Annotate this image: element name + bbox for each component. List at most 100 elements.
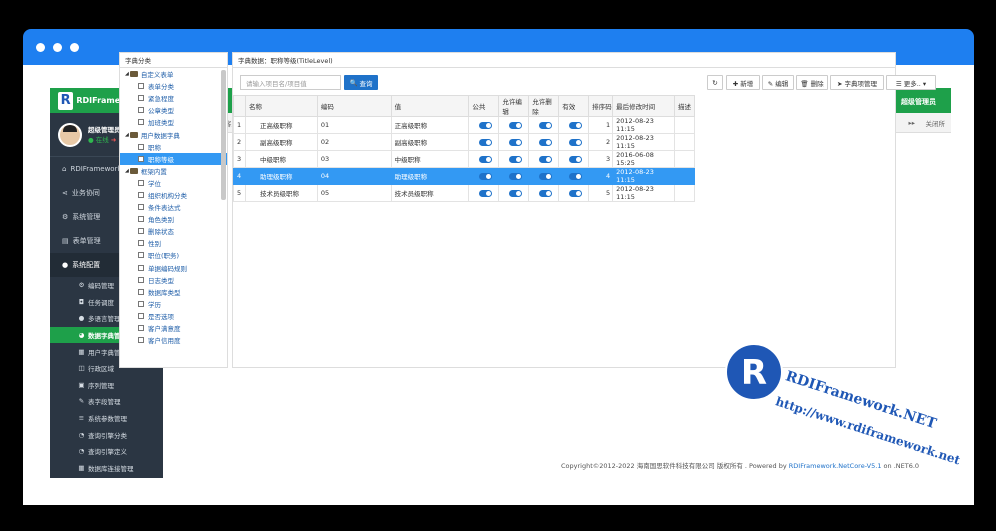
delete-button[interactable]: 🗑 删除 — [796, 75, 828, 90]
tree-node[interactable]: 删除状态 — [120, 225, 227, 237]
tree-node[interactable]: 是否选项 — [120, 310, 227, 322]
more-dropdown[interactable]: ☰ 更多.. ▾ — [886, 75, 936, 90]
toggle-switch[interactable] — [508, 189, 522, 197]
table-row[interactable]: 5 技术员级职称 05 技术员级职称 5 2012-08-23 11:15 — [233, 184, 696, 202]
tree-node[interactable]: ◢ 用户数据字典 — [120, 128, 227, 140]
toggle-switch[interactable] — [538, 155, 552, 163]
tabs-next-icon[interactable]: ▸▸ — [908, 119, 915, 127]
cell-code: 01 — [316, 116, 392, 134]
toggle-switch[interactable] — [568, 189, 582, 197]
tree-node[interactable]: ◢ 自定义表单 — [120, 68, 227, 80]
toggle-switch[interactable] — [538, 138, 552, 146]
subitem-icon: ◔ — [78, 430, 85, 439]
column-header[interactable]: 允许删除 — [528, 95, 560, 117]
column-header[interactable]: 值 — [390, 95, 470, 117]
tree-node[interactable]: 表单分类 — [120, 80, 227, 92]
column-header[interactable]: 有效 — [558, 95, 590, 117]
tree-scrollbar[interactable] — [221, 70, 226, 200]
expand-arrow-icon[interactable]: ◢ — [125, 168, 129, 174]
tree-node[interactable]: 学位 — [120, 177, 227, 189]
file-icon — [138, 95, 144, 102]
cell-sort: 1 — [588, 116, 614, 134]
tree-node[interactable]: 性别 — [120, 237, 227, 249]
toggle-switch[interactable] — [508, 172, 522, 180]
sidebar-subitem[interactable]: ▣ 序列管理 — [50, 377, 163, 394]
cell-value: 副高级职称 — [390, 133, 470, 151]
table-row[interactable]: 2 副高级职称 02 副高级职称 2 2012-08-23 11:15 — [233, 133, 696, 151]
tree-node[interactable]: 紧急程度 — [120, 92, 227, 104]
table-row[interactable]: 1 正高级职称 01 正高级职称 1 2012-08-23 11:15 — [233, 116, 696, 134]
cell-code: 03 — [316, 150, 392, 168]
tree-node[interactable]: 职称 — [120, 141, 227, 153]
add-button[interactable]: ✚ 新增 — [726, 75, 760, 90]
table-row[interactable]: 3 中级职称 03 中级职称 3 2016-06-08 15:25 — [233, 150, 696, 168]
column-header[interactable]: 公共 — [468, 95, 500, 117]
file-icon — [138, 276, 144, 283]
sidebar-subitem[interactable]: ▦数据库管理 — [50, 476, 163, 478]
toggle-switch[interactable] — [568, 155, 582, 163]
column-header[interactable]: 排序码 — [588, 95, 614, 117]
dict-item-manage-button[interactable]: ➤ 字典项管理 — [830, 75, 884, 90]
file-icon — [138, 179, 144, 186]
column-header[interactable] — [233, 95, 246, 117]
refresh-button[interactable]: ↻ — [707, 75, 723, 90]
tree-node[interactable]: 日志类型 — [120, 274, 227, 286]
table-row[interactable]: 4 助理级职称 04 助理级职称 4 2012-08-23 11:15 — [233, 167, 696, 185]
subitem-icon: ● — [78, 314, 85, 323]
edit-button[interactable]: ✎ 编辑 — [762, 75, 794, 90]
toggle-switch[interactable] — [508, 121, 522, 129]
toggle-switch[interactable] — [478, 189, 492, 197]
file-icon — [138, 204, 144, 211]
tree-node[interactable]: ◢ 框架内置 — [120, 165, 227, 177]
column-header[interactable]: 描述 — [673, 95, 696, 117]
expand-arrow-icon[interactable]: ◢ — [125, 132, 129, 138]
toggle-switch[interactable] — [508, 138, 522, 146]
toggle-switch[interactable] — [538, 121, 552, 129]
sidebar-subitem[interactable]: ◔ 查询引擎定义 — [50, 443, 163, 460]
close-all-tabs[interactable]: 关闭所 — [926, 118, 946, 128]
sidebar-subitem[interactable]: ◔ 查询引擎分类 — [50, 426, 163, 443]
tree-node[interactable]: 数据库类型 — [120, 286, 227, 298]
file-icon — [138, 240, 144, 247]
tree-node[interactable]: 职位(职务) — [120, 249, 227, 261]
toggle-switch[interactable] — [538, 189, 552, 197]
tree-node[interactable]: 组织机构分类 — [120, 189, 227, 201]
tree-node[interactable]: 加班类型 — [120, 116, 227, 128]
row-index: 4 — [233, 167, 246, 185]
sidebar-subitem-label: 编码管理 — [88, 282, 114, 291]
sidebar-subitem[interactable]: ✎ 表字段管理 — [50, 393, 163, 410]
column-header[interactable]: 最后修改时间 — [612, 95, 675, 117]
toggle-switch[interactable] — [478, 155, 492, 163]
tree-node[interactable]: 学历 — [120, 298, 227, 310]
home-icon: ⌂ — [62, 165, 67, 173]
toggle-switch[interactable] — [568, 172, 582, 180]
cell-sort: 2 — [588, 133, 614, 151]
tree-node[interactable]: 客户满意度 — [120, 322, 227, 334]
sidebar-subitem[interactable]: ≡ 系统参数管理 — [50, 410, 163, 427]
toggle-switch[interactable] — [568, 121, 582, 129]
online-status: ● 在线 — [88, 135, 109, 144]
toggle-switch[interactable] — [478, 138, 492, 146]
toggle-switch[interactable] — [508, 155, 522, 163]
column-header[interactable]: 允许编辑 — [498, 95, 530, 117]
tree-node[interactable]: 公章类型 — [120, 104, 227, 116]
dict-grid-panel: 字典数据：职称等级(TitleLevel) 请输入项目名/项目值 🔍 查询 ↻ ✚… — [232, 52, 936, 368]
footer-link[interactable]: RDIFramework.NetCore-V5.1 — [789, 462, 882, 470]
column-header[interactable]: 编码 — [316, 95, 392, 117]
tree-node[interactable]: 职称等级 — [120, 152, 227, 165]
tree-node[interactable]: 角色类别 — [120, 213, 227, 225]
tree-node[interactable]: 条件表达式 — [120, 201, 227, 213]
toggle-switch[interactable] — [538, 172, 552, 180]
search-button[interactable]: 🔍 查询 — [344, 75, 378, 90]
toggle-switch[interactable] — [568, 138, 582, 146]
top-user-name[interactable]: 超级管理员 — [901, 97, 936, 107]
subitem-icon: ◔ — [78, 447, 85, 456]
toggle-switch[interactable] — [478, 172, 492, 180]
sidebar-subitem[interactable]: ▦ 数据库连接管理 — [50, 460, 163, 477]
column-header[interactable]: 名称 — [244, 95, 318, 117]
search-input[interactable]: 请输入项目名/项目值 — [240, 75, 341, 90]
tree-node[interactable]: 客户信用度 — [120, 334, 227, 346]
tree-node[interactable]: 单据编码规则 — [120, 262, 227, 274]
toggle-switch[interactable] — [478, 121, 492, 129]
expand-arrow-icon[interactable]: ◢ — [125, 71, 129, 77]
